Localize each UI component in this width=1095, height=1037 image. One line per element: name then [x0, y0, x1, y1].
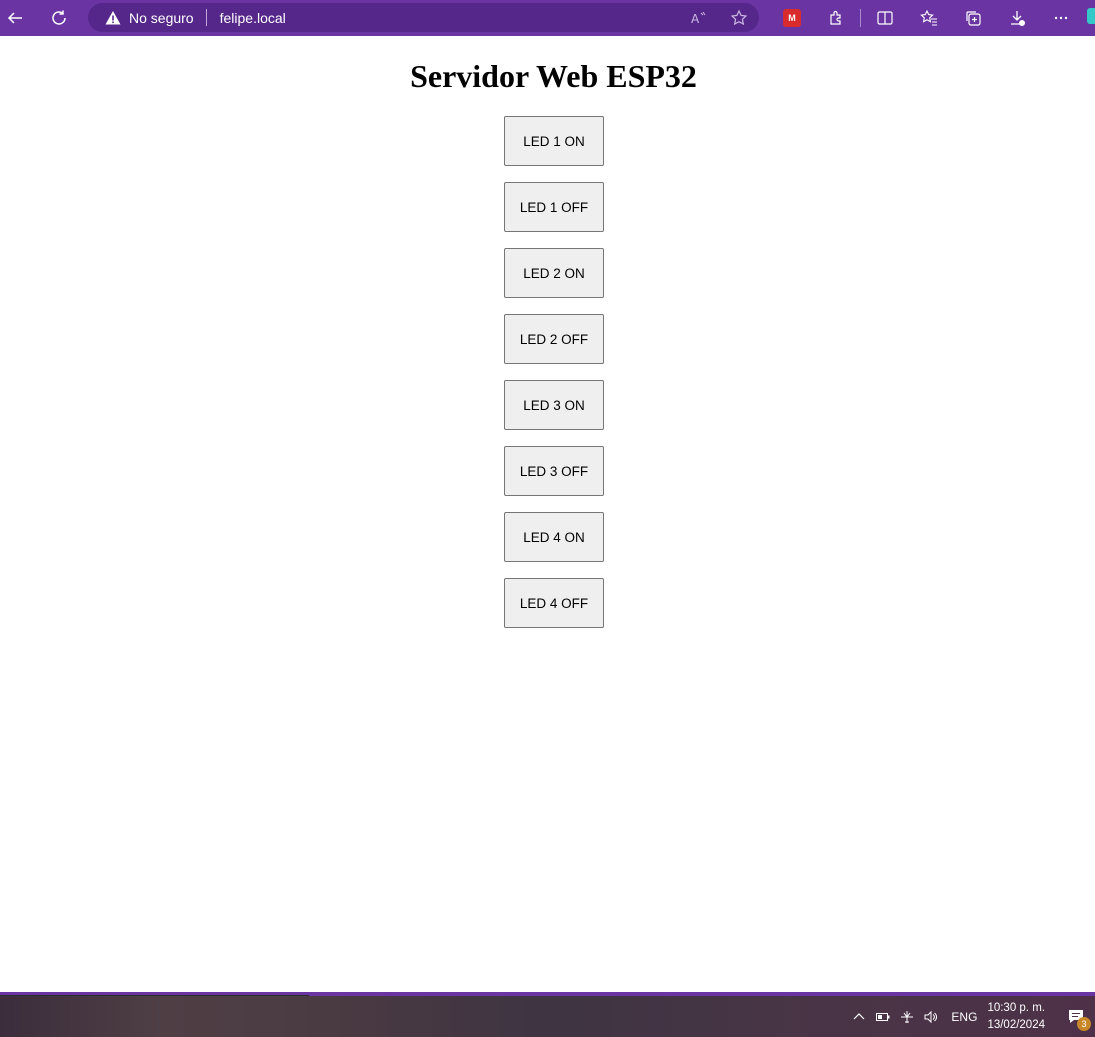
address-bar[interactable]: No seguro felipe.local A: [88, 3, 759, 32]
airplane-mode-icon[interactable]: [895, 996, 919, 1037]
led2-on-button[interactable]: LED 2 ON: [504, 248, 604, 298]
address-divider: [205, 9, 207, 26]
more-icon: [1054, 16, 1068, 20]
refresh-button[interactable]: [41, 0, 77, 36]
clock-date: 13/02/2024: [987, 1018, 1045, 1031]
taskbar: ENG 10:30 p. m. 13/02/2024 3: [0, 996, 1095, 1037]
extension-mega-icon: M: [783, 9, 801, 27]
notification-count-badge: 3: [1077, 1017, 1091, 1031]
led4-off-button[interactable]: LED 4 OFF: [504, 578, 604, 628]
back-button[interactable]: [0, 0, 33, 36]
more-button[interactable]: [1039, 0, 1083, 36]
read-aloud-icon[interactable]: A: [687, 6, 711, 30]
led4-on-button[interactable]: LED 4 ON: [504, 512, 604, 562]
led-button-list: LED 1 ON LED 1 OFF LED 2 ON LED 2 OFF LE…: [504, 116, 604, 644]
battery-icon[interactable]: [871, 996, 895, 1037]
page-content: Servidor Web ESP32 LED 1 ON LED 1 OFF LE…: [0, 36, 1095, 992]
volume-icon[interactable]: [919, 996, 943, 1037]
browser-toolbar: No seguro felipe.local A M: [0, 0, 1095, 36]
copilot-icon[interactable]: [1087, 8, 1095, 24]
toolbar-divider: [860, 9, 861, 27]
system-tray: ENG 10:30 p. m. 13/02/2024 3: [847, 996, 1095, 1037]
split-screen-icon: [877, 11, 893, 25]
split-screen-button[interactable]: [863, 0, 907, 36]
led3-off-button[interactable]: LED 3 OFF: [504, 446, 604, 496]
led2-off-button[interactable]: LED 2 OFF: [504, 314, 604, 364]
svg-text:A: A: [691, 12, 700, 26]
collections-button[interactable]: [951, 0, 995, 36]
back-icon: [7, 12, 22, 24]
language-indicator[interactable]: ENG: [951, 1010, 977, 1024]
led1-on-button[interactable]: LED 1 ON: [504, 116, 604, 166]
extension-mega-button[interactable]: M: [770, 0, 814, 36]
clock[interactable]: 10:30 p. m. 13/02/2024: [987, 1000, 1045, 1034]
led3-on-button[interactable]: LED 3 ON: [504, 380, 604, 430]
chevron-up-icon[interactable]: [847, 996, 871, 1037]
favorite-star-icon[interactable]: [727, 6, 751, 30]
favorites-icon: [920, 9, 937, 26]
refresh-icon: [52, 10, 66, 25]
security-status[interactable]: No seguro: [129, 10, 194, 26]
extensions-button[interactable]: [814, 0, 858, 36]
collections-icon: [966, 11, 981, 26]
warning-icon: [105, 10, 121, 26]
favorites-button[interactable]: [907, 0, 951, 36]
page-title: Servidor Web ESP32: [410, 58, 697, 94]
notifications-button[interactable]: 3: [1061, 996, 1091, 1037]
led1-off-button[interactable]: LED 1 OFF: [504, 182, 604, 232]
clock-time: 10:30 p. m.: [987, 1001, 1045, 1014]
extensions-icon: [830, 10, 841, 25]
downloads-button[interactable]: [995, 0, 1039, 36]
url-text[interactable]: felipe.local: [220, 10, 286, 26]
downloads-icon: [1011, 11, 1025, 26]
